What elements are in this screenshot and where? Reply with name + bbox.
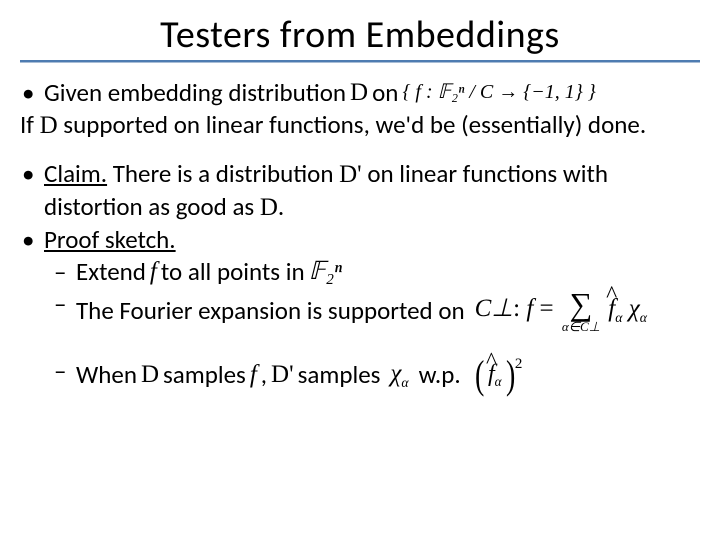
- given-text-a: Given embedding distribution: [44, 77, 346, 109]
- chi-alpha-sub: α: [401, 375, 408, 390]
- prob-fhat-sub: α: [495, 374, 502, 389]
- period-1: .: [278, 191, 284, 222]
- eq-equals: =: [533, 295, 560, 322]
- bullet-given: Given embedding distribution D on { f : …: [20, 77, 700, 109]
- when-d: samples: [298, 359, 381, 391]
- prob-fhat: f: [488, 359, 495, 390]
- given-text-on: on: [372, 77, 398, 109]
- bullet-claim: Claim. There is a distribution D' on lin…: [20, 158, 700, 224]
- eq-chi-sub: α: [640, 310, 647, 325]
- sym-D-3: D: [260, 194, 278, 221]
- sub-extend: Extend f to all points in 𝔽₂ⁿ: [20, 256, 700, 288]
- claim-text-a: There is a distribution: [107, 158, 339, 189]
- line-if-supported: If D supported on linear functions, we'd…: [20, 109, 700, 142]
- sym-D-4: D: [141, 359, 159, 391]
- eq-chi: χ: [629, 295, 640, 322]
- sym-D-1: D: [350, 77, 368, 109]
- claim-label: Claim.: [44, 158, 107, 189]
- proof-label: Proof sketch.: [44, 224, 176, 255]
- colon: :: [513, 295, 526, 322]
- fourier-text: The Fourier expansion is supported on: [76, 295, 465, 327]
- math-domain-set: { f : 𝔽₂ⁿ / C → {−1, 1} }: [402, 80, 595, 106]
- sym-f-2: f: [250, 359, 257, 391]
- extend-b: to all points in: [161, 256, 305, 288]
- sum-lower: α∈C⊥: [562, 320, 600, 333]
- when-c: ,: [261, 359, 267, 391]
- sym-Dp-1: D': [339, 161, 362, 188]
- eq-fhat-sub: α: [615, 310, 622, 325]
- sub-when: When D samples f, D' samples χα w.p. ( f…: [20, 355, 700, 395]
- when-b: samples: [163, 359, 246, 391]
- prob-square: 2: [515, 355, 523, 374]
- if-rest: supported on linear functions, we'd be (…: [58, 109, 646, 140]
- bullet-proof: Proof sketch.: [20, 224, 700, 256]
- slide-body: Given embedding distribution D on { f : …: [20, 77, 700, 395]
- chi-alpha: χ: [390, 360, 401, 387]
- if-prefix: If: [20, 109, 40, 140]
- sym-f-1: f: [150, 256, 157, 288]
- sum-symbol: ∑ α∈C⊥: [562, 288, 600, 333]
- extend-a: Extend: [76, 256, 146, 288]
- slide-title: Testers from Embeddings: [20, 12, 700, 58]
- sub-fourier: The Fourier expansion is supported on C⊥…: [20, 288, 700, 333]
- slide: Testers from Embeddings Given embedding …: [0, 0, 720, 540]
- prob-expr: ( fα ) 2: [473, 355, 523, 395]
- title-underline: [20, 60, 700, 63]
- sym-D-2: D: [40, 112, 58, 139]
- sym-Dp-2: D': [271, 359, 294, 391]
- when-a: When: [76, 359, 137, 391]
- math-F2n: 𝔽₂ⁿ: [309, 256, 342, 288]
- math-Cperp: C⊥: [475, 295, 513, 322]
- wp: w.p.: [419, 359, 461, 391]
